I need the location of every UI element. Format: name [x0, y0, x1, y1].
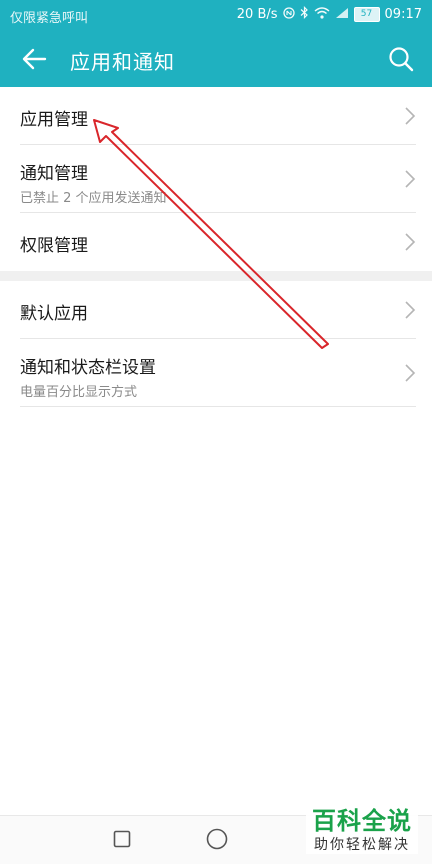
bluetooth-icon	[300, 6, 309, 22]
chevron-right-icon	[405, 170, 416, 188]
chevron-right-icon	[405, 364, 416, 382]
list-item-title: 默认应用	[20, 304, 88, 324]
page-title: 应用和通知	[70, 50, 175, 74]
list-item-title: 应用管理	[20, 110, 88, 130]
list-item-permission-management[interactable]: 权限管理	[20, 213, 416, 271]
settings-list: 应用管理 通知管理 已禁止 2 个应用发送通知 权限管理 默认应用 通知和状态栏…	[0, 87, 432, 407]
list-item-default-apps[interactable]: 默认应用	[20, 281, 416, 339]
list-item-subtitle: 电量百分比显示方式	[20, 385, 138, 400]
wifi-icon	[314, 6, 330, 22]
status-icons: 20 B/s 57 09:17	[237, 6, 422, 22]
search-icon	[389, 47, 414, 72]
watermark-subtitle: 助你轻松解决	[314, 837, 410, 853]
network-speed: 20 B/s	[236, 6, 278, 22]
list-item-notification-statusbar-settings[interactable]: 通知和状态栏设置 电量百分比显示方式	[20, 339, 416, 407]
status-bar: 仅限紧急呼叫 20 B/s 57 09:17	[0, 0, 432, 30]
list-item-subtitle: 已禁止 2 个应用发送通知	[20, 191, 167, 206]
battery-icon: 57	[353, 6, 380, 22]
recent-apps-button[interactable]	[113, 830, 131, 848]
back-button[interactable]	[18, 42, 52, 76]
watermark-logo: 百科全说 助你轻松解决	[306, 806, 418, 854]
nfc-icon	[282, 6, 295, 22]
list-item-title: 通知管理	[20, 164, 88, 184]
section-divider	[0, 271, 432, 281]
search-button[interactable]	[384, 42, 418, 76]
list-item-app-management[interactable]: 应用管理	[20, 87, 416, 145]
watermark-title: 百科全说	[312, 807, 412, 835]
list-item-title: 通知和状态栏设置	[20, 358, 156, 378]
list-item-notification-management[interactable]: 通知管理 已禁止 2 个应用发送通知	[20, 145, 416, 213]
app-header: 应用和通知	[0, 30, 432, 87]
list-item-title: 权限管理	[20, 236, 88, 256]
chevron-right-icon	[405, 301, 416, 319]
signal-icon	[335, 7, 349, 22]
clock: 09:17	[384, 6, 422, 22]
home-button[interactable]	[206, 828, 228, 850]
back-arrow-icon	[22, 48, 47, 70]
chevron-right-icon	[405, 233, 416, 251]
chevron-right-icon	[405, 107, 416, 125]
carrier-text: 仅限紧急呼叫	[10, 11, 89, 26]
